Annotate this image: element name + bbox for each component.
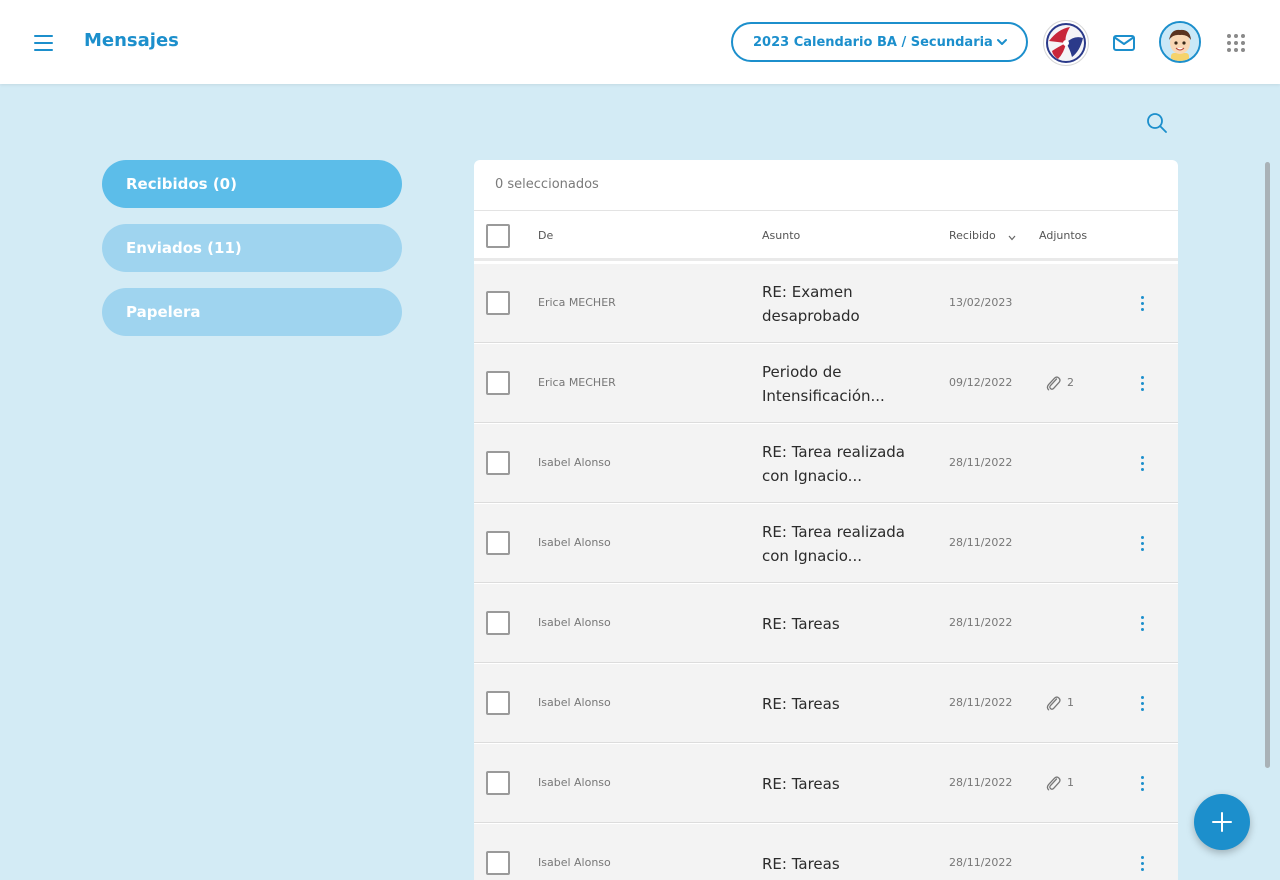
message-date: 09/12/2022 bbox=[949, 376, 1013, 389]
plus-icon bbox=[1212, 812, 1232, 832]
compose-button[interactable] bbox=[1194, 794, 1250, 850]
folder-sent[interactable]: Enviados (11) bbox=[102, 224, 402, 272]
message-date: 28/11/2022 bbox=[949, 776, 1013, 789]
table-row[interactable]: Isabel Alonso RE: Tareas 28/11/2022 1 bbox=[474, 664, 1178, 743]
message-subject: RE: Tareas bbox=[762, 584, 922, 663]
row-checkbox[interactable] bbox=[486, 451, 510, 475]
calendar-dropdown-label: 2023 Calendario BA / Secundaria bbox=[753, 35, 993, 50]
calendar-dropdown[interactable]: 2023 Calendario BA / Secundaria bbox=[731, 22, 1028, 62]
row-checkbox[interactable] bbox=[486, 851, 510, 875]
row-checkbox[interactable] bbox=[486, 531, 510, 555]
column-from: De bbox=[538, 229, 554, 242]
message-date: 28/11/2022 bbox=[949, 616, 1013, 629]
message-subject: RE: Tarea realizada con Ignacio... bbox=[762, 504, 922, 583]
mail-icon[interactable] bbox=[1111, 30, 1137, 56]
message-sender: Isabel Alonso bbox=[538, 776, 611, 789]
message-subject-text: RE: Tareas bbox=[762, 694, 840, 713]
paperclip-icon bbox=[1046, 776, 1061, 791]
table-row[interactable]: Isabel Alonso RE: Tarea realizada con Ign… bbox=[474, 424, 1178, 503]
folder-inbox[interactable]: Recibidos (0) bbox=[102, 160, 402, 208]
table-row[interactable]: Erica MECHER Periodo de Intensificación..… bbox=[474, 344, 1178, 423]
row-checkbox[interactable] bbox=[486, 371, 510, 395]
more-vertical-icon[interactable] bbox=[1138, 775, 1146, 793]
page-title: Mensajes bbox=[84, 30, 179, 51]
hamburger-menu-icon[interactable] bbox=[28, 27, 58, 57]
paperclip-icon bbox=[1046, 376, 1061, 391]
school-logo bbox=[1043, 20, 1089, 66]
message-list-panel: 0 seleccionados De Asunto Recibido Adjun… bbox=[474, 160, 1178, 880]
table-header: De Asunto Recibido Adjuntos bbox=[474, 211, 1178, 261]
message-subject: RE: Tarea realizada con Ignacio... bbox=[762, 424, 922, 503]
message-subject-text: RE: Tarea realizada con Ignacio... bbox=[762, 522, 905, 565]
paperclip-icon bbox=[1046, 696, 1061, 711]
row-checkbox[interactable] bbox=[486, 291, 510, 315]
user-avatar[interactable] bbox=[1159, 21, 1201, 63]
more-vertical-icon[interactable] bbox=[1138, 615, 1146, 633]
more-vertical-icon[interactable] bbox=[1138, 375, 1146, 393]
table-row[interactable]: Isabel Alonso RE: Tarea realizada con Ign… bbox=[474, 504, 1178, 583]
message-subject: RE: Tareas bbox=[762, 744, 922, 823]
sort-chevron-down-icon[interactable] bbox=[1007, 233, 1017, 243]
message-subject-text: RE: Tareas bbox=[762, 854, 840, 873]
search-icon[interactable] bbox=[1145, 111, 1169, 135]
message-subject-text: Periodo de Intensificación... bbox=[762, 362, 885, 405]
table-row[interactable]: Isabel Alonso RE: Tareas 28/11/2022 bbox=[474, 584, 1178, 663]
message-subject-text: RE: Tarea realizada con Ignacio... bbox=[762, 442, 905, 485]
selected-count: 0 seleccionados bbox=[495, 177, 599, 192]
attachment-count: 1 bbox=[1067, 776, 1074, 789]
table-row[interactable]: Isabel Alonso RE: Tareas 28/11/2022 1 bbox=[474, 744, 1178, 823]
message-sender: Erica MECHER bbox=[538, 376, 616, 389]
message-date: 28/11/2022 bbox=[949, 456, 1013, 469]
row-checkbox[interactable] bbox=[486, 611, 510, 635]
more-vertical-icon[interactable] bbox=[1138, 695, 1146, 713]
message-subject: RE: Tareas bbox=[762, 824, 922, 880]
table-row[interactable]: Erica MECHER RE: Examen desaprobado 13/02/… bbox=[474, 264, 1178, 343]
row-checkbox[interactable] bbox=[486, 691, 510, 715]
message-date: 28/11/2022 bbox=[949, 856, 1013, 869]
message-sender: Isabel Alonso bbox=[538, 536, 611, 549]
message-subject: Periodo de Intensificación... bbox=[762, 344, 922, 423]
more-vertical-icon[interactable] bbox=[1138, 455, 1146, 473]
apps-grid-icon[interactable] bbox=[1226, 33, 1246, 53]
column-received[interactable]: Recibido bbox=[949, 229, 996, 242]
message-sender: Isabel Alonso bbox=[538, 616, 611, 629]
message-subject: RE: Examen desaprobado bbox=[762, 264, 922, 343]
column-subject: Asunto bbox=[762, 229, 801, 242]
message-date: 28/11/2022 bbox=[949, 696, 1013, 709]
more-vertical-icon[interactable] bbox=[1138, 855, 1146, 873]
attachment-count: 2 bbox=[1067, 376, 1074, 389]
top-bar: Mensajes 2023 Calendario BA / Secundaria bbox=[0, 0, 1280, 84]
message-sender: Isabel Alonso bbox=[538, 456, 611, 469]
message-sender: Isabel Alonso bbox=[538, 696, 611, 709]
message-subject: RE: Tareas bbox=[762, 664, 922, 743]
scrollbar[interactable] bbox=[1265, 162, 1270, 768]
more-vertical-icon[interactable] bbox=[1138, 295, 1146, 313]
chevron-down-icon bbox=[997, 39, 1007, 45]
row-checkbox[interactable] bbox=[486, 771, 510, 795]
message-subject-text: RE: Tareas bbox=[762, 774, 840, 793]
message-subject-text: RE: Tareas bbox=[762, 614, 840, 633]
message-sender: Erica MECHER bbox=[538, 296, 616, 309]
message-date: 13/02/2023 bbox=[949, 296, 1013, 309]
message-sender: Isabel Alonso bbox=[538, 856, 611, 869]
more-vertical-icon[interactable] bbox=[1138, 535, 1146, 553]
attachment-count: 1 bbox=[1067, 696, 1074, 709]
table-row[interactable]: Isabel Alonso RE: Tareas 28/11/2022 bbox=[474, 824, 1178, 880]
column-attachments: Adjuntos bbox=[1039, 229, 1088, 242]
message-date: 28/11/2022 bbox=[949, 536, 1013, 549]
message-subject-text: RE: Examen desaprobado bbox=[762, 282, 860, 325]
folder-trash[interactable]: Papelera bbox=[102, 288, 402, 336]
select-all-checkbox[interactable] bbox=[486, 224, 510, 248]
